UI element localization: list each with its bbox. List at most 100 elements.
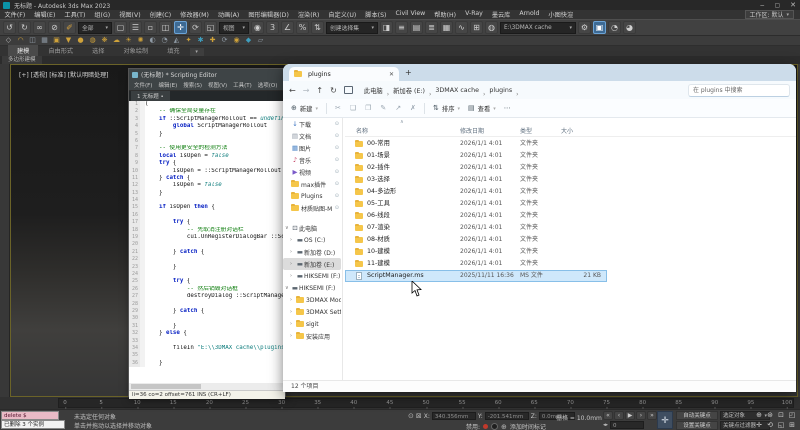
- breadcrumb-item[interactable]: 此电脑: [364, 86, 383, 95]
- editor-menu-item[interactable]: 文件(F): [131, 81, 155, 89]
- menu-item[interactable]: 小图快渲: [544, 10, 578, 19]
- file-row-04-多边形[interactable]: 04-多边形2026/1/1 4:01文件夹: [345, 186, 796, 198]
- render-iterative-icon[interactable]: ◔: [608, 21, 621, 34]
- back-icon[interactable]: ←: [289, 86, 296, 95]
- new-tab-button[interactable]: [405, 68, 412, 77]
- up-icon[interactable]: ↑: [316, 86, 323, 95]
- file-row-08-材质[interactable]: 08-材质2026/1/1 4:01文件夹: [345, 234, 796, 246]
- physical-camera-icon[interactable]: ◭: [172, 36, 181, 45]
- ribbon-tab-填充[interactable]: 填充: [158, 45, 188, 56]
- maximize-viewport-toggle-icon[interactable]: ⊞: [787, 421, 797, 430]
- vray-plane-icon[interactable]: ▱: [256, 36, 265, 45]
- file-row-ScriptManager.ms[interactable]: ScriptManager.ms2025/11/11 16:36MS 文件21 …: [345, 270, 607, 282]
- current-frame-field[interactable]: 0: [610, 421, 644, 429]
- selection-filter-dropdown[interactable]: 全部: [78, 22, 112, 34]
- target-light-icon[interactable]: ◔: [160, 36, 169, 45]
- file-row-01-场景[interactable]: 01-场景2026/1/1 4:01文件夹: [345, 150, 796, 162]
- menu-item[interactable]: 墨云库: [487, 10, 515, 19]
- select-and-link-icon[interactable]: ∞: [33, 21, 46, 34]
- systems-icon[interactable]: ⟳: [220, 36, 229, 45]
- delete-icon[interactable]: ✗: [410, 104, 416, 112]
- scripting-editor-title-bar[interactable]: (无标题) * Scripting Editor: [129, 69, 285, 80]
- menu-item[interactable]: 编辑(E): [30, 10, 60, 19]
- bone-icon[interactable]: ◠: [16, 36, 25, 45]
- workspace-dropdown[interactable]: 工作区: 默认: [745, 10, 794, 19]
- paste-icon[interactable]: ❐: [365, 104, 371, 112]
- breadcrumb-item[interactable]: 新加卷 (E:): [393, 86, 425, 95]
- set-key-button[interactable]: 设置关键点: [676, 421, 718, 430]
- file-row-11-建模[interactable]: 11-建模2026/1/1 4:01文件夹: [345, 258, 796, 270]
- teapot-icon[interactable]: ◍: [88, 36, 97, 45]
- render-setup-icon[interactable]: ⚙: [578, 21, 591, 34]
- menu-item[interactable]: 图形编辑器(D): [244, 10, 294, 19]
- editor-menu-item[interactable]: 视图(V): [205, 81, 230, 89]
- rectangular-selection-region-icon[interactable]: ▫: [144, 21, 157, 34]
- bind-to-space-warp-icon[interactable]: ✐: [63, 21, 76, 34]
- zoom-region-icon[interactable]: ◰: [787, 411, 797, 420]
- menu-item[interactable]: Arnold: [515, 10, 544, 19]
- grid-helper-icon[interactable]: ▦: [40, 36, 49, 45]
- code-editor-area[interactable]: 1(2 -- 确保全局变量存在3 if ::ScriptManagerRollo…: [129, 101, 285, 383]
- explorer-tab-plugins[interactable]: plugins: [289, 67, 399, 81]
- spotlight-icon[interactable]: ◐: [148, 36, 157, 45]
- effects-icon[interactable]: ✦: [184, 36, 193, 45]
- menu-item[interactable]: 视图(V): [115, 10, 145, 19]
- menu-item[interactable]: 修改器(M): [176, 10, 214, 19]
- percent-snap-icon[interactable]: %: [296, 21, 309, 34]
- ribbon-toggle-icon[interactable]: ▦: [440, 21, 453, 34]
- camera-icon[interactable]: ◫: [28, 36, 37, 45]
- vray-mesh-icon[interactable]: ◆: [244, 36, 253, 45]
- y-coordinate-field[interactable]: -201.541mm: [485, 412, 529, 420]
- sidebar-item-材质贴图-M[interactable]: 材质贴图-M: [283, 202, 341, 214]
- sidebar-item-下载[interactable]: ↓下载: [283, 118, 341, 130]
- set-keys-button[interactable]: ✛: [657, 411, 673, 429]
- viewport-label[interactable]: [+] [透视] [标准] [默认明暗处理]: [19, 70, 108, 79]
- menu-item[interactable]: 组(G): [90, 10, 115, 19]
- horizontal-scrollbar[interactable]: [129, 383, 285, 390]
- menu-item[interactable]: 动画(A): [213, 10, 243, 19]
- angle-snap-icon[interactable]: ∠: [281, 21, 294, 34]
- orbit-icon[interactable]: ⟲: [765, 421, 775, 430]
- mute-toggle-icon[interactable]: [491, 423, 498, 430]
- plant-icon[interactable]: ❋: [100, 36, 109, 45]
- sidebar-item-新加卷 (E:)[interactable]: ›▬新加卷 (E:): [283, 258, 341, 270]
- macro-recorder-line[interactable]: delete $: [1, 411, 59, 420]
- record-toggle-icon[interactable]: [483, 424, 488, 429]
- selection-lock-icon[interactable]: ⊠: [416, 412, 422, 420]
- pan-icon[interactable]: ✛: [754, 421, 764, 430]
- sidebar-item-HIKSEMI (F:)[interactable]: ›▬HIKSEMI (F:): [283, 270, 341, 282]
- ribbon-tab-选择[interactable]: 选择: [83, 45, 113, 56]
- menu-item[interactable]: 工具(T): [60, 10, 90, 19]
- select-object-icon[interactable]: ▢: [114, 21, 127, 34]
- ribbon-tab-对象绘制[interactable]: 对象绘制: [115, 45, 158, 56]
- go-to-start-icon[interactable]: «: [603, 411, 613, 420]
- cone-icon[interactable]: ▼: [64, 36, 73, 45]
- point-helper-icon[interactable]: ◇: [4, 36, 13, 45]
- select-and-move-icon[interactable]: ✛: [174, 21, 187, 34]
- unlink-selection-icon[interactable]: ⊘: [48, 21, 61, 34]
- sidebar-item-此电脑[interactable]: ∨⊡此电脑: [283, 222, 341, 234]
- redo-icon[interactable]: ↻: [18, 21, 31, 34]
- sidebar-item-3DMAX Mod[interactable]: ›3DMAX Mod: [283, 294, 341, 306]
- sidebar-item-图片[interactable]: ▦图片: [283, 142, 341, 154]
- auto-key-button[interactable]: 自动关键点: [676, 411, 718, 420]
- reference-coordinate-dropdown[interactable]: 视图: [219, 22, 249, 34]
- search-input[interactable]: 在 plugins 中搜索: [688, 84, 790, 97]
- scrollbar-thumb[interactable]: [131, 384, 201, 389]
- ribbon-more-icon[interactable]: ▾: [190, 48, 204, 56]
- sidebar-item-Plugins[interactable]: Plugins: [283, 190, 341, 202]
- copy-icon[interactable]: ❏: [350, 104, 356, 112]
- spinner-snap-icon[interactable]: ⇅: [311, 21, 324, 34]
- scene-explorer-toggle-icon[interactable]: ▤: [410, 21, 423, 34]
- space-warp-icon[interactable]: ✚: [208, 36, 217, 45]
- rendered-frame-window-icon[interactable]: ▣: [593, 21, 606, 34]
- ribbon-tab-自由形式[interactable]: 自由形式: [39, 45, 82, 56]
- mirror-icon[interactable]: ◨: [380, 21, 393, 34]
- menu-item[interactable]: 自定义(U): [324, 10, 361, 19]
- layer-manager-icon[interactable]: ≣: [425, 21, 438, 34]
- rename-icon[interactable]: ✎: [380, 104, 386, 112]
- use-pivot-point-icon[interactable]: ◉: [251, 21, 264, 34]
- select-and-scale-icon[interactable]: ◱: [204, 21, 217, 34]
- share-icon[interactable]: ↗: [395, 104, 401, 112]
- sidebar-item-视频[interactable]: ▶视频: [283, 166, 341, 178]
